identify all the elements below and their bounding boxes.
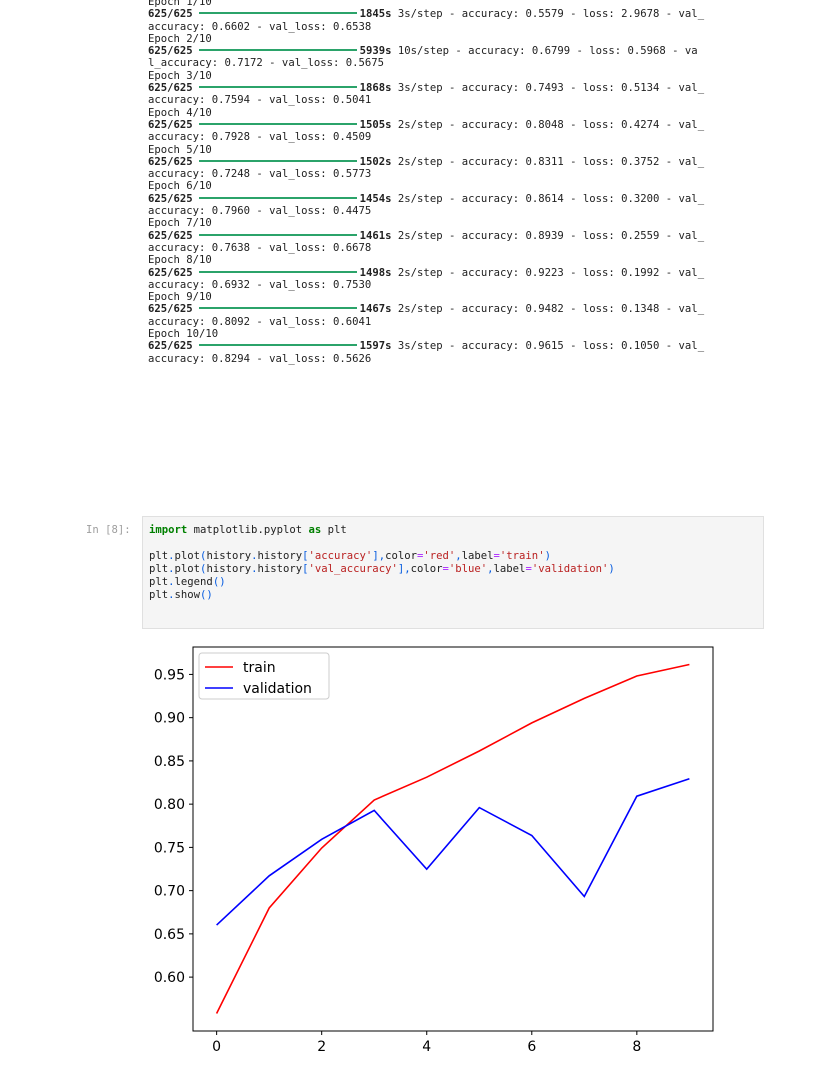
x-tick-label: 0 — [212, 1039, 221, 1055]
legend-label: validation — [243, 681, 312, 697]
y-tick-label: 0.60 — [154, 970, 185, 986]
legend-label: train — [243, 660, 276, 676]
y-tick-label: 0.65 — [154, 927, 185, 943]
y-tick-label: 0.70 — [154, 884, 185, 900]
x-tick-label: 8 — [632, 1039, 641, 1055]
y-tick-label: 0.90 — [154, 711, 185, 727]
accuracy-chart: 0.60 0.65 0.70 0.75 0.80 0.85 0.90 0.95 0 2 4 6 8 tra… — [154, 646, 714, 1055]
series-line-validation — [216, 777, 690, 926]
y-tick-label: 0.85 — [154, 754, 185, 770]
x-tick-label: 6 — [527, 1039, 536, 1055]
x-tick-label: 2 — [317, 1039, 326, 1055]
x-tick-label: 4 — [422, 1039, 431, 1055]
y-tick-label: 0.95 — [154, 667, 185, 683]
y-tick-label: 0.75 — [154, 840, 185, 856]
y-tick-label: 0.80 — [154, 797, 185, 813]
